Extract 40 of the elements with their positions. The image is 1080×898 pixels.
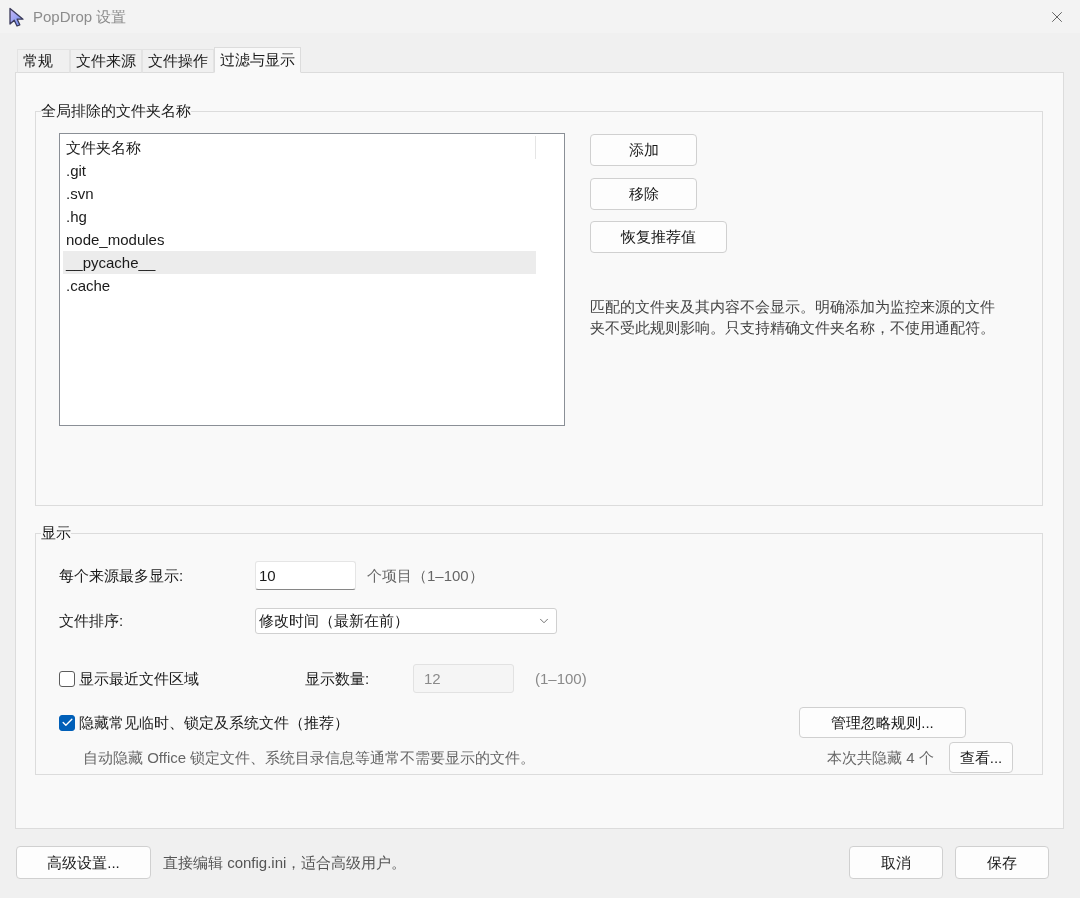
cancel-button[interactable]: 取消	[849, 846, 943, 879]
sort-dropdown[interactable]: 修改时间（最新在前）	[255, 608, 557, 634]
view-button[interactable]: 查看...	[949, 742, 1013, 773]
note-text: 匹配的文件夹及其内容不会显示。明确添加为监控来源的文件夹不受此规则影响。只支持精确文件夹名称，不使用通配符。	[590, 297, 995, 338]
tab[interactable]: 文件操作	[142, 49, 214, 73]
column-header[interactable]: 文件夹名称	[63, 136, 536, 159]
checkbox-label[interactable]: 隐藏常见临时、锁定及系统文件（推荐）	[79, 712, 349, 733]
range-hint: (1–100)	[535, 668, 587, 689]
field-label: 每个来源最多显示:	[59, 565, 185, 586]
checked-checkbox[interactable]	[59, 714, 75, 731]
add-button[interactable]: 添加	[590, 134, 697, 166]
list-item[interactable]: __pycache__	[63, 251, 536, 274]
remove-button[interactable]: 移除	[590, 178, 697, 210]
window-title: PopDrop 设置	[33, 6, 127, 27]
list-item[interactable]: .hg	[63, 205, 536, 228]
group-title: 全局排除的文件夹名称	[41, 102, 191, 120]
tab[interactable]: 文件来源	[70, 49, 142, 73]
checkbox-label[interactable]: 显示最近文件区域	[79, 668, 199, 689]
list-item[interactable]: .git	[63, 159, 536, 182]
advanced-settings-button[interactable]: 高级设置...	[16, 846, 151, 879]
checkbox[interactable]	[59, 670, 75, 687]
cursor-arrow-icon	[8, 6, 25, 27]
input-field[interactable]: 10	[255, 561, 356, 590]
list-item[interactable]: .svn	[63, 182, 536, 205]
field-label: 文件排序:	[59, 611, 125, 631]
list-item[interactable]: .cache	[63, 274, 536, 297]
check-icon	[60, 716, 74, 729]
description-text: 自动隐藏 Office 锁定文件、系统目录信息等通常不需要显示的文件。	[83, 747, 537, 768]
field-label: 显示数量:	[305, 668, 371, 689]
tab[interactable]: 常规	[17, 49, 70, 73]
manage-rules-button[interactable]: 管理忽略规则...	[799, 707, 966, 738]
list-item[interactable]: node_modules	[63, 228, 536, 251]
hidden-count-text: 本次共隐藏 4 个	[827, 747, 935, 768]
folder-list[interactable]: 文件夹名称 .git .svn .hg node_modules __pycache__ .cache	[59, 133, 565, 426]
restore-defaults-button[interactable]: 恢复推荐值	[590, 221, 727, 253]
save-button[interactable]: 保存	[955, 846, 1049, 879]
advanced-note-text: 直接编辑 config.ini，适合高级用户。	[163, 852, 407, 873]
tab[interactable]: 过滤与显示	[214, 47, 301, 73]
group-title: 显示	[41, 524, 71, 542]
range-hint: 个项目（1–100）	[367, 565, 484, 586]
